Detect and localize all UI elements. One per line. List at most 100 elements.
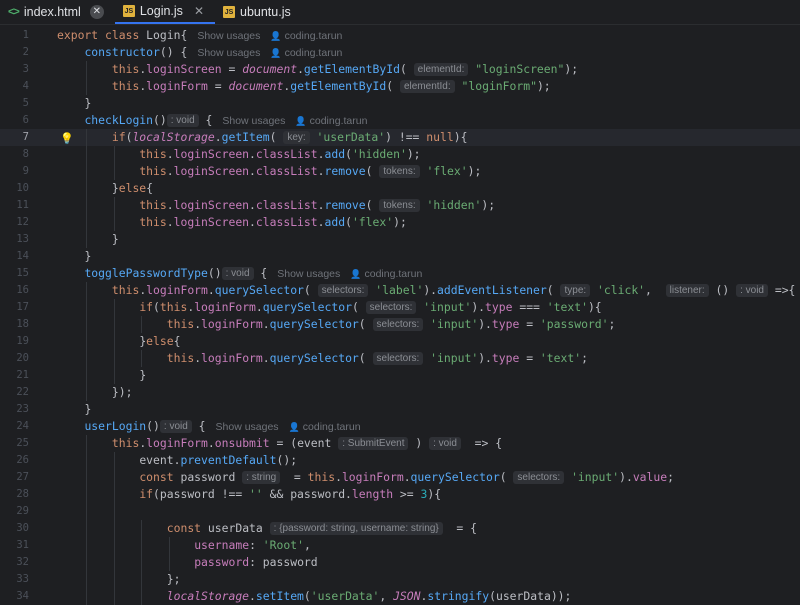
code-text: constructor() {Show usages 👤 coding.tarun (84, 44, 342, 62)
show-usages-link[interactable]: Show usages (222, 115, 285, 127)
code-line[interactable]: 8 this.loginScreen.classList.add('hidden'… (0, 146, 800, 163)
code-token: } (111, 232, 119, 246)
indent-guide (141, 350, 143, 367)
code-token: , (645, 283, 666, 297)
author-icon: 👤 (270, 48, 282, 58)
code-line[interactable]: 3 this.loginScreen = document.getElementB… (0, 61, 800, 78)
code-token: (); (276, 453, 298, 467)
code-line[interactable]: 20 this.loginForm.querySelector( selector… (0, 350, 800, 367)
code-token: ( (345, 215, 352, 229)
code-token: = (519, 317, 540, 331)
code-token: } (84, 96, 92, 110)
code-line[interactable]: 6 checkLogin(): void {Show usages 👤 coding.… (0, 112, 800, 129)
code-line[interactable]: 16 this.loginForm.querySelector( selector… (0, 282, 800, 299)
line-number: 25 (16, 437, 29, 449)
code-line[interactable]: 31 username: 'Root', (0, 537, 800, 554)
code-token: ); (564, 62, 579, 76)
code-line[interactable]: 24 userLogin(): void {Show usages 👤 coding.… (0, 418, 800, 435)
tab-ubuntu-js[interactable]: JS ubuntu.js (215, 0, 302, 24)
code-line[interactable]: 22}); (0, 384, 800, 401)
show-usages-link[interactable]: Show usages (216, 421, 279, 433)
indent-guide (86, 384, 88, 401)
code-line[interactable]: 25 this.loginForm.onsubmit = (event : Sub… (0, 435, 800, 452)
code-token: } (139, 368, 147, 382)
code-line[interactable]: 11 this.loginScreen.classList.remove( tok… (0, 197, 800, 214)
code-token: togglePasswordType (84, 266, 208, 280)
code-text: event.preventDefault(); (139, 452, 297, 469)
tab-login-js[interactable]: JS Login.js ✕ (114, 0, 215, 24)
code-line[interactable]: 33}; (0, 571, 800, 588)
code-line[interactable]: 7 💡 if(localStorage.getItem( key: 'userDat… (0, 129, 800, 146)
code-text: this.loginScreen = document.getElementBy… (112, 61, 578, 78)
code-token: 'input' (423, 351, 479, 365)
code-line[interactable]: 9 this.loginScreen.classList.remove( toke… (0, 163, 800, 180)
code-token: setItem (255, 589, 304, 603)
code-line[interactable]: 5} (0, 95, 800, 112)
line-number: 27 (16, 471, 29, 483)
indent-guide (86, 214, 88, 231)
code-line[interactable]: 28 if(password !== '' && password.length … (0, 486, 800, 503)
code-editor[interactable]: 1 export class Login{Show usages 👤 coding.t… (0, 25, 800, 605)
code-line[interactable]: 14} (0, 248, 800, 265)
code-text: if(localStorage.getItem( key: 'userData'… (112, 129, 467, 146)
code-line[interactable]: 34 localStorage.setItem('userData', JSON.… (0, 588, 800, 605)
line-number: 8 (22, 148, 29, 160)
close-tab-icon[interactable]: ✕ (194, 4, 204, 18)
code-token: constructor (84, 45, 160, 59)
code-line[interactable]: 26 event.preventDefault(); (0, 452, 800, 469)
indent-guide (86, 435, 88, 452)
code-line[interactable]: 12 this.loginScreen.classList.add('flex')… (0, 214, 800, 231)
code-token: 'input' (423, 317, 479, 331)
code-token: : password (249, 555, 318, 569)
line-number: 20 (16, 352, 29, 364)
code-token: ) (408, 436, 430, 450)
code-line[interactable]: 21} (0, 367, 800, 384)
code-line[interactable]: 1 export class Login{Show usages 👤 coding.t… (0, 27, 800, 44)
code-line[interactable]: 23} (0, 401, 800, 418)
indent-guide (86, 180, 88, 197)
indent-guide (86, 316, 88, 333)
code-token: loginScreen (173, 164, 250, 178)
code-text: export class Login{Show usages 👤 coding.ta… (57, 27, 342, 45)
code-line[interactable]: 4 this.loginForm = document.getElementByI… (0, 78, 800, 95)
inlay-hint: selectors: (513, 471, 565, 484)
code-token: = { (442, 521, 478, 535)
code-line[interactable]: 2 constructor() {Show usages 👤 coding.tarun (0, 44, 800, 61)
code-token: ( (365, 164, 380, 178)
code-token: () { (159, 45, 188, 59)
close-tab-icon[interactable]: ✕ (89, 5, 104, 19)
code-line[interactable]: 13} (0, 231, 800, 248)
indent-guide (86, 520, 88, 537)
code-line[interactable]: 17 if(this.loginForm.querySelector( selec… (0, 299, 800, 316)
code-token: add (324, 147, 346, 161)
code-line[interactable]: 32 password: password (0, 554, 800, 571)
code-token: 'flex' (351, 215, 394, 229)
code-line[interactable]: 29 (0, 503, 800, 520)
code-token: ( (351, 300, 366, 314)
lightbulb-icon[interactable]: 💡 (60, 130, 74, 147)
code-token: 'hidden' (419, 198, 482, 212)
line-number: 3 (22, 63, 29, 75)
code-token: this (111, 283, 140, 297)
show-usages-link[interactable]: Show usages (197, 30, 260, 42)
code-line[interactable]: 15 togglePasswordType(): void {Show usage… (0, 265, 800, 282)
code-token: 'Root' (262, 538, 304, 552)
code-text: this.loginScreen.classList.remove( token… (139, 197, 495, 214)
code-author: coding.tarun (309, 115, 368, 127)
show-usages-link[interactable]: Show usages (277, 268, 340, 280)
code-line[interactable]: 10}else{ (0, 180, 800, 197)
code-text: } (139, 367, 146, 384)
show-usages-link[interactable]: Show usages (197, 47, 260, 59)
line-number: 30 (16, 522, 29, 534)
line-number: 34 (16, 590, 29, 602)
code-line[interactable]: 18 this.loginForm.querySelector( selector… (0, 316, 800, 333)
code-token: . (317, 198, 325, 212)
code-line[interactable]: 19}else{ (0, 333, 800, 350)
tab-index-html[interactable]: <> index.html ✕ (0, 0, 115, 24)
code-line[interactable]: 27 const password : string = this.loginFo… (0, 469, 800, 486)
code-token: length (351, 487, 394, 501)
code-line[interactable]: 30 const userData : {password: string, us… (0, 520, 800, 537)
code-token: ). (471, 300, 486, 314)
code-token: username (194, 538, 250, 552)
indent-guide (86, 197, 88, 214)
